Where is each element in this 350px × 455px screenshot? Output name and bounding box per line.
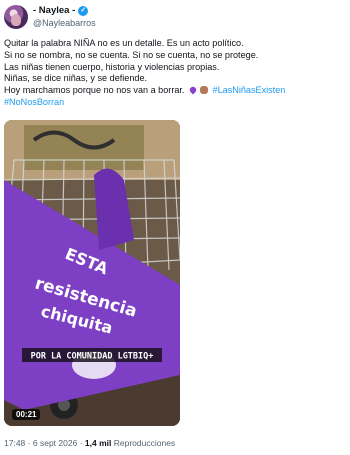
- tweet-line-5: Hoy marchamos porque no nos van a borrar…: [4, 85, 286, 96]
- video-caption: POR LA COMUNIDAD LGTBIQ+: [31, 352, 154, 362]
- user-info: - Naylea - ✓ @Nayleabarros: [33, 5, 96, 29]
- post-time[interactable]: 17:48: [4, 438, 25, 448]
- tweet-line-4: Niñas, se dice niñas, y se defiende.: [4, 73, 148, 84]
- video-player[interactable]: ESTA resistencia chiquita POR LA COMUNID…: [4, 120, 180, 426]
- tweet-line-3: Las niñas tienen cuerpo, historia y viol…: [4, 61, 220, 72]
- video-duration: 00:21: [12, 409, 41, 420]
- raised-fist-icon: [200, 86, 208, 95]
- tweet-footer: 17:48 · 6 sept 2026 · 1,4 mil Reproducci…: [4, 438, 175, 448]
- footer-separator-2: ·: [79, 438, 83, 448]
- post-date[interactable]: 6 sept 2026: [33, 438, 77, 448]
- tweet-line-6: #NoNosBorran: [4, 97, 342, 109]
- video-frame: ESTA resistencia chiquita POR LA COMUNID…: [4, 120, 180, 426]
- tweet-line-2: Si no se nombra, no se cuenta. Si no se …: [4, 49, 259, 60]
- hashtag-las-ninas-existen[interactable]: #LasNiñasExisten: [213, 85, 286, 95]
- avatar[interactable]: [4, 5, 28, 29]
- hashtag-no-nos-borran[interactable]: #NoNosBorran: [4, 97, 64, 107]
- tweet-header: - Naylea - ✓ @Nayleabarros: [4, 4, 96, 30]
- verified-badge-icon: ✓: [78, 6, 89, 16]
- views-label: Reproducciones: [113, 438, 176, 448]
- display-name[interactable]: - Naylea -: [33, 5, 75, 17]
- user-handle[interactable]: @Nayleabarros: [33, 17, 96, 29]
- purple-heart-icon: [188, 85, 198, 95]
- views-count: 1,4 mil: [84, 438, 112, 448]
- tweet-line-1: Quitar la palabra NIÑA no es un detalle.…: [4, 38, 244, 48]
- footer-separator: ·: [27, 438, 31, 448]
- tweet-text: Quitar la palabra NIÑA no es un detalle.…: [4, 38, 342, 109]
